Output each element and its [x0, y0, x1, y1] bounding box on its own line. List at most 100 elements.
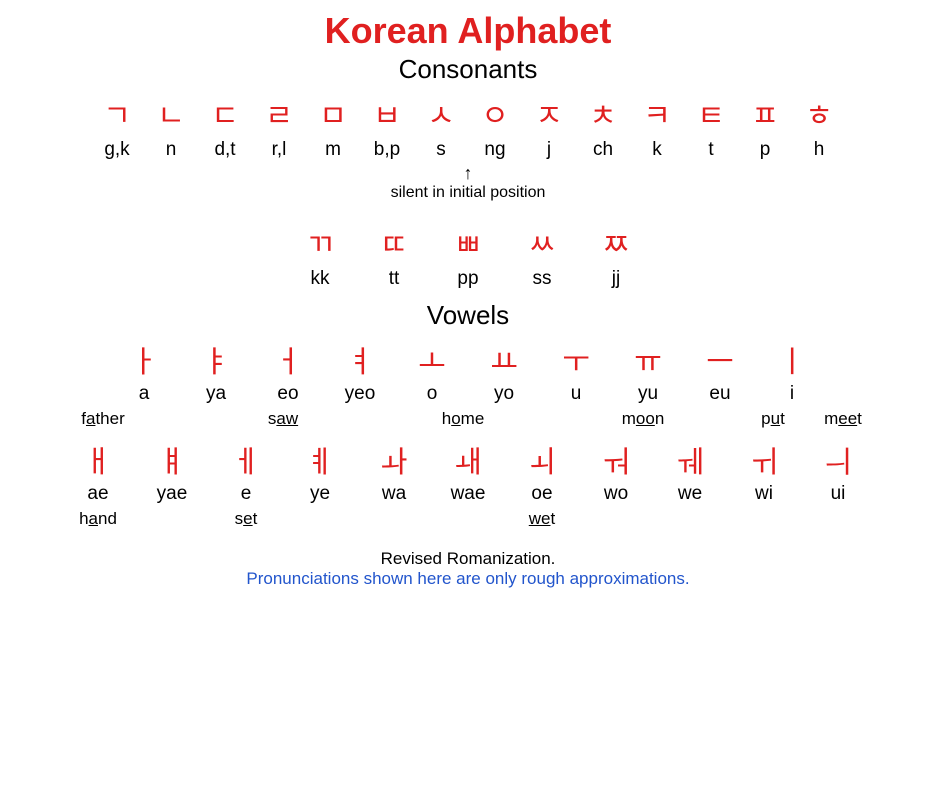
- doubled-consonant-roman: pp: [440, 268, 496, 290]
- vowel-roman: eu: [694, 383, 746, 405]
- vowel-korean: ㅓ: [262, 337, 314, 381]
- consonant-korean: ㅇ: [477, 91, 513, 135]
- vowel-korean: ㅗ: [406, 337, 458, 381]
- vowel-korean: ㅛ: [478, 337, 530, 381]
- consonant-roman: d,t: [207, 139, 243, 161]
- consonant-roman: s: [423, 139, 459, 161]
- consonant-korean: ㅌ: [693, 91, 729, 135]
- consonant-korean: ㅅ: [423, 91, 459, 135]
- doubled-consonant-korean: ㅆ: [514, 220, 570, 264]
- doubled-consonants-korean-row: ㄲㄸㅃㅆㅉ: [292, 220, 644, 264]
- consonant-korean: ㅋ: [639, 91, 675, 135]
- consonant-korean: ㅁ: [315, 91, 351, 135]
- vowel2-korean: ㅞ: [660, 437, 720, 481]
- vowel2-roman: wa: [364, 483, 424, 505]
- consonant-roman: p: [747, 139, 783, 161]
- vowel-roman: a: [118, 383, 170, 405]
- consonant-roman: ch: [585, 139, 621, 161]
- vowel2-korean: ㅖ: [290, 437, 350, 481]
- vowel-korean: ㅜ: [550, 337, 602, 381]
- vowel-roman: yeo: [334, 383, 386, 405]
- consonant-roman: g,k: [99, 139, 135, 161]
- consonant-korean: ㄴ: [153, 91, 189, 135]
- vowel2-korean: ㅒ: [142, 437, 202, 481]
- consonant-korean: ㅍ: [747, 91, 783, 135]
- example-put: put: [738, 409, 808, 429]
- example-moon: moon: [598, 409, 688, 429]
- approx-note: Pronunciations shown here are only rough…: [246, 569, 689, 589]
- vowel2-roman: ye: [290, 483, 350, 505]
- consonant-korean: ㅎ: [801, 91, 837, 135]
- vowel-roman: i: [766, 383, 818, 405]
- doubled-consonant-roman: kk: [292, 268, 348, 290]
- vowel-roman: yo: [478, 383, 530, 405]
- silent-note: ↑ silent in initial position: [391, 163, 546, 202]
- vowel2-roman: wi: [734, 483, 794, 505]
- doubled-consonant-korean: ㅃ: [440, 220, 496, 264]
- consonant-roman: ng: [477, 139, 513, 161]
- vowel2-roman: we: [660, 483, 720, 505]
- vowel2-roman: ui: [808, 483, 868, 505]
- vowels-heading: Vowels: [427, 300, 509, 331]
- vowel2-korean: ㅘ: [364, 437, 424, 481]
- consonant-korean: ㅊ: [585, 91, 621, 135]
- vowels-row2-korean: ㅐㅒㅔㅖㅘㅙㅚㅝㅞㅟㅢ: [68, 437, 868, 481]
- examples-row1: father saw home moon put meet: [58, 409, 878, 429]
- consonants-korean-row: ㄱㄴㄷㄹㅁㅂㅅㅇㅈㅊㅋㅌㅍㅎ: [99, 91, 837, 135]
- doubled-consonant-korean: ㄲ: [292, 220, 348, 264]
- vowel2-roman: ae: [68, 483, 128, 505]
- vowel-korean: ㅠ: [622, 337, 674, 381]
- consonant-roman: r,l: [261, 139, 297, 161]
- consonant-korean: ㄷ: [207, 91, 243, 135]
- consonant-korean: ㄹ: [261, 91, 297, 135]
- doubled-consonants-roman-row: kkttppssjj: [292, 268, 644, 290]
- consonants-roman-row: g,knd,tr,lmb,psngjchktph: [99, 139, 837, 161]
- consonant-roman: k: [639, 139, 675, 161]
- vowel-roman: ya: [190, 383, 242, 405]
- vowel2-roman: e: [216, 483, 276, 505]
- consonant-roman: m: [315, 139, 351, 161]
- example-father: father: [58, 409, 148, 429]
- example-hand: hand: [61, 509, 135, 529]
- vowel-roman: eo: [262, 383, 314, 405]
- vowel2-korean: ㅚ: [512, 437, 572, 481]
- vowel2-korean: ㅙ: [438, 437, 498, 481]
- vowel2-korean: ㅝ: [586, 437, 646, 481]
- vowel2-korean: ㅢ: [808, 437, 868, 481]
- vowel2-roman: wo: [586, 483, 646, 505]
- vowels-row1-korean: ㅏㅑㅓㅕㅗㅛㅜㅠㅡㅣ: [118, 337, 818, 381]
- consonant-korean: ㅈ: [531, 91, 567, 135]
- consonant-roman: h: [801, 139, 837, 161]
- vowel-korean: ㅑ: [190, 337, 242, 381]
- example-wet: wet: [505, 509, 579, 529]
- example-set: set: [209, 509, 283, 529]
- consonant-roman: j: [531, 139, 567, 161]
- example-home: home: [418, 409, 508, 429]
- vowel2-roman: wae: [438, 483, 498, 505]
- consonant-korean: ㅂ: [369, 91, 405, 135]
- vowel-korean: ㅡ: [694, 337, 746, 381]
- examples-row2: hand set wet: [58, 509, 878, 529]
- vowel2-korean: ㅔ: [216, 437, 276, 481]
- page-title: Korean Alphabet: [325, 10, 612, 52]
- vowel-korean: ㅕ: [334, 337, 386, 381]
- vowel2-roman: oe: [512, 483, 572, 505]
- example-saw: saw: [238, 409, 328, 429]
- vowel-korean: ㅣ: [766, 337, 818, 381]
- vowel-korean: ㅏ: [118, 337, 170, 381]
- doubled-consonant-roman: jj: [588, 268, 644, 290]
- vowel2-korean: ㅐ: [68, 437, 128, 481]
- consonant-korean: ㄱ: [99, 91, 135, 135]
- consonants-heading: Consonants: [399, 54, 538, 85]
- vowel-roman: u: [550, 383, 602, 405]
- doubled-consonant-korean: ㄸ: [366, 220, 422, 264]
- vowel-roman: yu: [622, 383, 674, 405]
- revised-note: Revised Romanization.: [381, 549, 556, 569]
- example-meet: meet: [808, 409, 878, 429]
- vowel2-korean: ㅟ: [734, 437, 794, 481]
- vowels-row2-roman: aeyaeeyewawaeoewowewiui: [68, 483, 868, 505]
- doubled-consonant-korean: ㅉ: [588, 220, 644, 264]
- consonant-roman: t: [693, 139, 729, 161]
- doubled-consonant-roman: tt: [366, 268, 422, 290]
- vowel-roman: o: [406, 383, 458, 405]
